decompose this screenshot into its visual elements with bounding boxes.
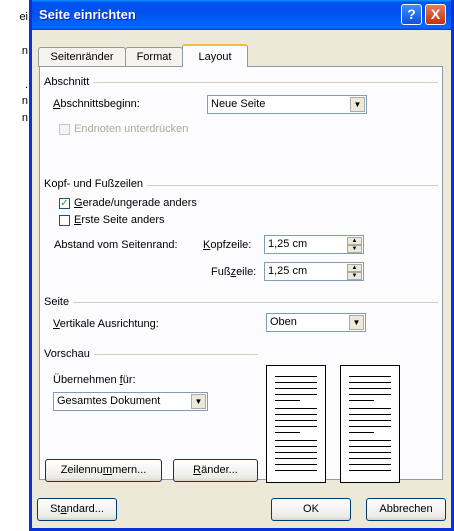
preview-page-right [340, 365, 400, 483]
fusszeile-spinner[interactable]: 1,25 cm ▲ ▼ [264, 262, 364, 281]
background-text-2: n [21, 45, 28, 57]
background-text-3: . [24, 79, 28, 91]
tab-layout[interactable]: Layout [182, 44, 248, 67]
kopfzeile-spinner[interactable]: 1,25 cm ▲ ▼ [264, 235, 364, 254]
page-setup-dialog: Seite einrichten ? X Seitenränder Format… [29, 0, 454, 531]
tab-format[interactable]: Format [125, 47, 183, 67]
abschnitt-divider [48, 82, 438, 83]
abschnitt-group-label: Abschnitt [44, 76, 94, 88]
uebernehmen-label: Übernehmen für: [53, 374, 136, 386]
abschnittsbeginn-select[interactable]: Neue Seite ▼ [207, 95, 367, 114]
ausrichtung-label: Vertikale Ausrichtung: [53, 318, 159, 330]
spin-down-icon[interactable]: ▼ [347, 272, 362, 280]
chevron-down-icon[interactable]: ▼ [350, 97, 365, 112]
close-icon: X [430, 6, 441, 22]
erste-seite-label: Erste Seite anders [74, 214, 165, 226]
seite-divider [48, 302, 438, 303]
ausrichtung-select[interactable]: Oben ▼ [266, 313, 366, 332]
seite-group-label: Seite [44, 296, 74, 308]
spin-up-icon[interactable]: ▲ [347, 237, 362, 245]
spin-up-icon[interactable]: ▲ [347, 264, 362, 272]
abschnittsbeginn-label: Abschnittsbeginn: [53, 98, 140, 110]
vorschau-group-label: Vorschau [44, 348, 94, 360]
standard-button[interactable]: Standard... [37, 498, 117, 521]
zeilennummern-button[interactable]: Zeilennummern... [45, 459, 162, 482]
gerade-ungerade-checkbox[interactable]: ✓ [59, 198, 70, 209]
dialog-title: Seite einrichten [39, 7, 136, 22]
tab-seitenraender[interactable]: Seitenränder [38, 47, 126, 67]
close-button[interactable]: X [425, 4, 446, 25]
preview-page-left [266, 365, 326, 483]
uebernehmen-value: Gesamtes Dokument [57, 395, 161, 407]
fusszeile-label: Fußzeile: [211, 266, 257, 278]
spin-down-icon[interactable]: ▼ [347, 245, 362, 253]
ausrichtung-value: Oben [270, 316, 297, 328]
chevron-down-icon[interactable]: ▼ [191, 394, 206, 409]
chevron-down-icon[interactable]: ▼ [349, 315, 364, 330]
kopfzeile-value: 1,25 cm [268, 238, 308, 250]
help-button[interactable]: ? [401, 4, 422, 25]
gerade-ungerade-label: Gerade/ungerade anders [74, 197, 197, 209]
abschnittsbeginn-value: Neue Seite [211, 98, 266, 110]
kopfzeile-label: Kopfzeile: [203, 239, 252, 251]
background-text-5: n [21, 112, 28, 124]
abstand-label: Abstand vom Seitenrand: [54, 239, 178, 251]
endnoten-label: Endnoten unterdrücken [74, 123, 189, 135]
kopf-group-label: Kopf- und Fußzeilen [44, 178, 148, 190]
cancel-button[interactable]: Abbrechen [366, 498, 446, 521]
erste-seite-checkbox[interactable] [59, 215, 70, 226]
raender-button[interactable]: Ränder... [173, 459, 258, 482]
background-text-4: n [21, 95, 28, 107]
title-bar[interactable]: Seite einrichten ? X [32, 0, 451, 30]
background-text-1: ei [19, 11, 28, 23]
fusszeile-value: 1,25 cm [268, 265, 308, 277]
uebernehmen-select[interactable]: Gesamtes Dokument ▼ [53, 392, 208, 411]
endnoten-checkbox[interactable] [59, 124, 70, 135]
ok-button[interactable]: OK [271, 498, 351, 521]
